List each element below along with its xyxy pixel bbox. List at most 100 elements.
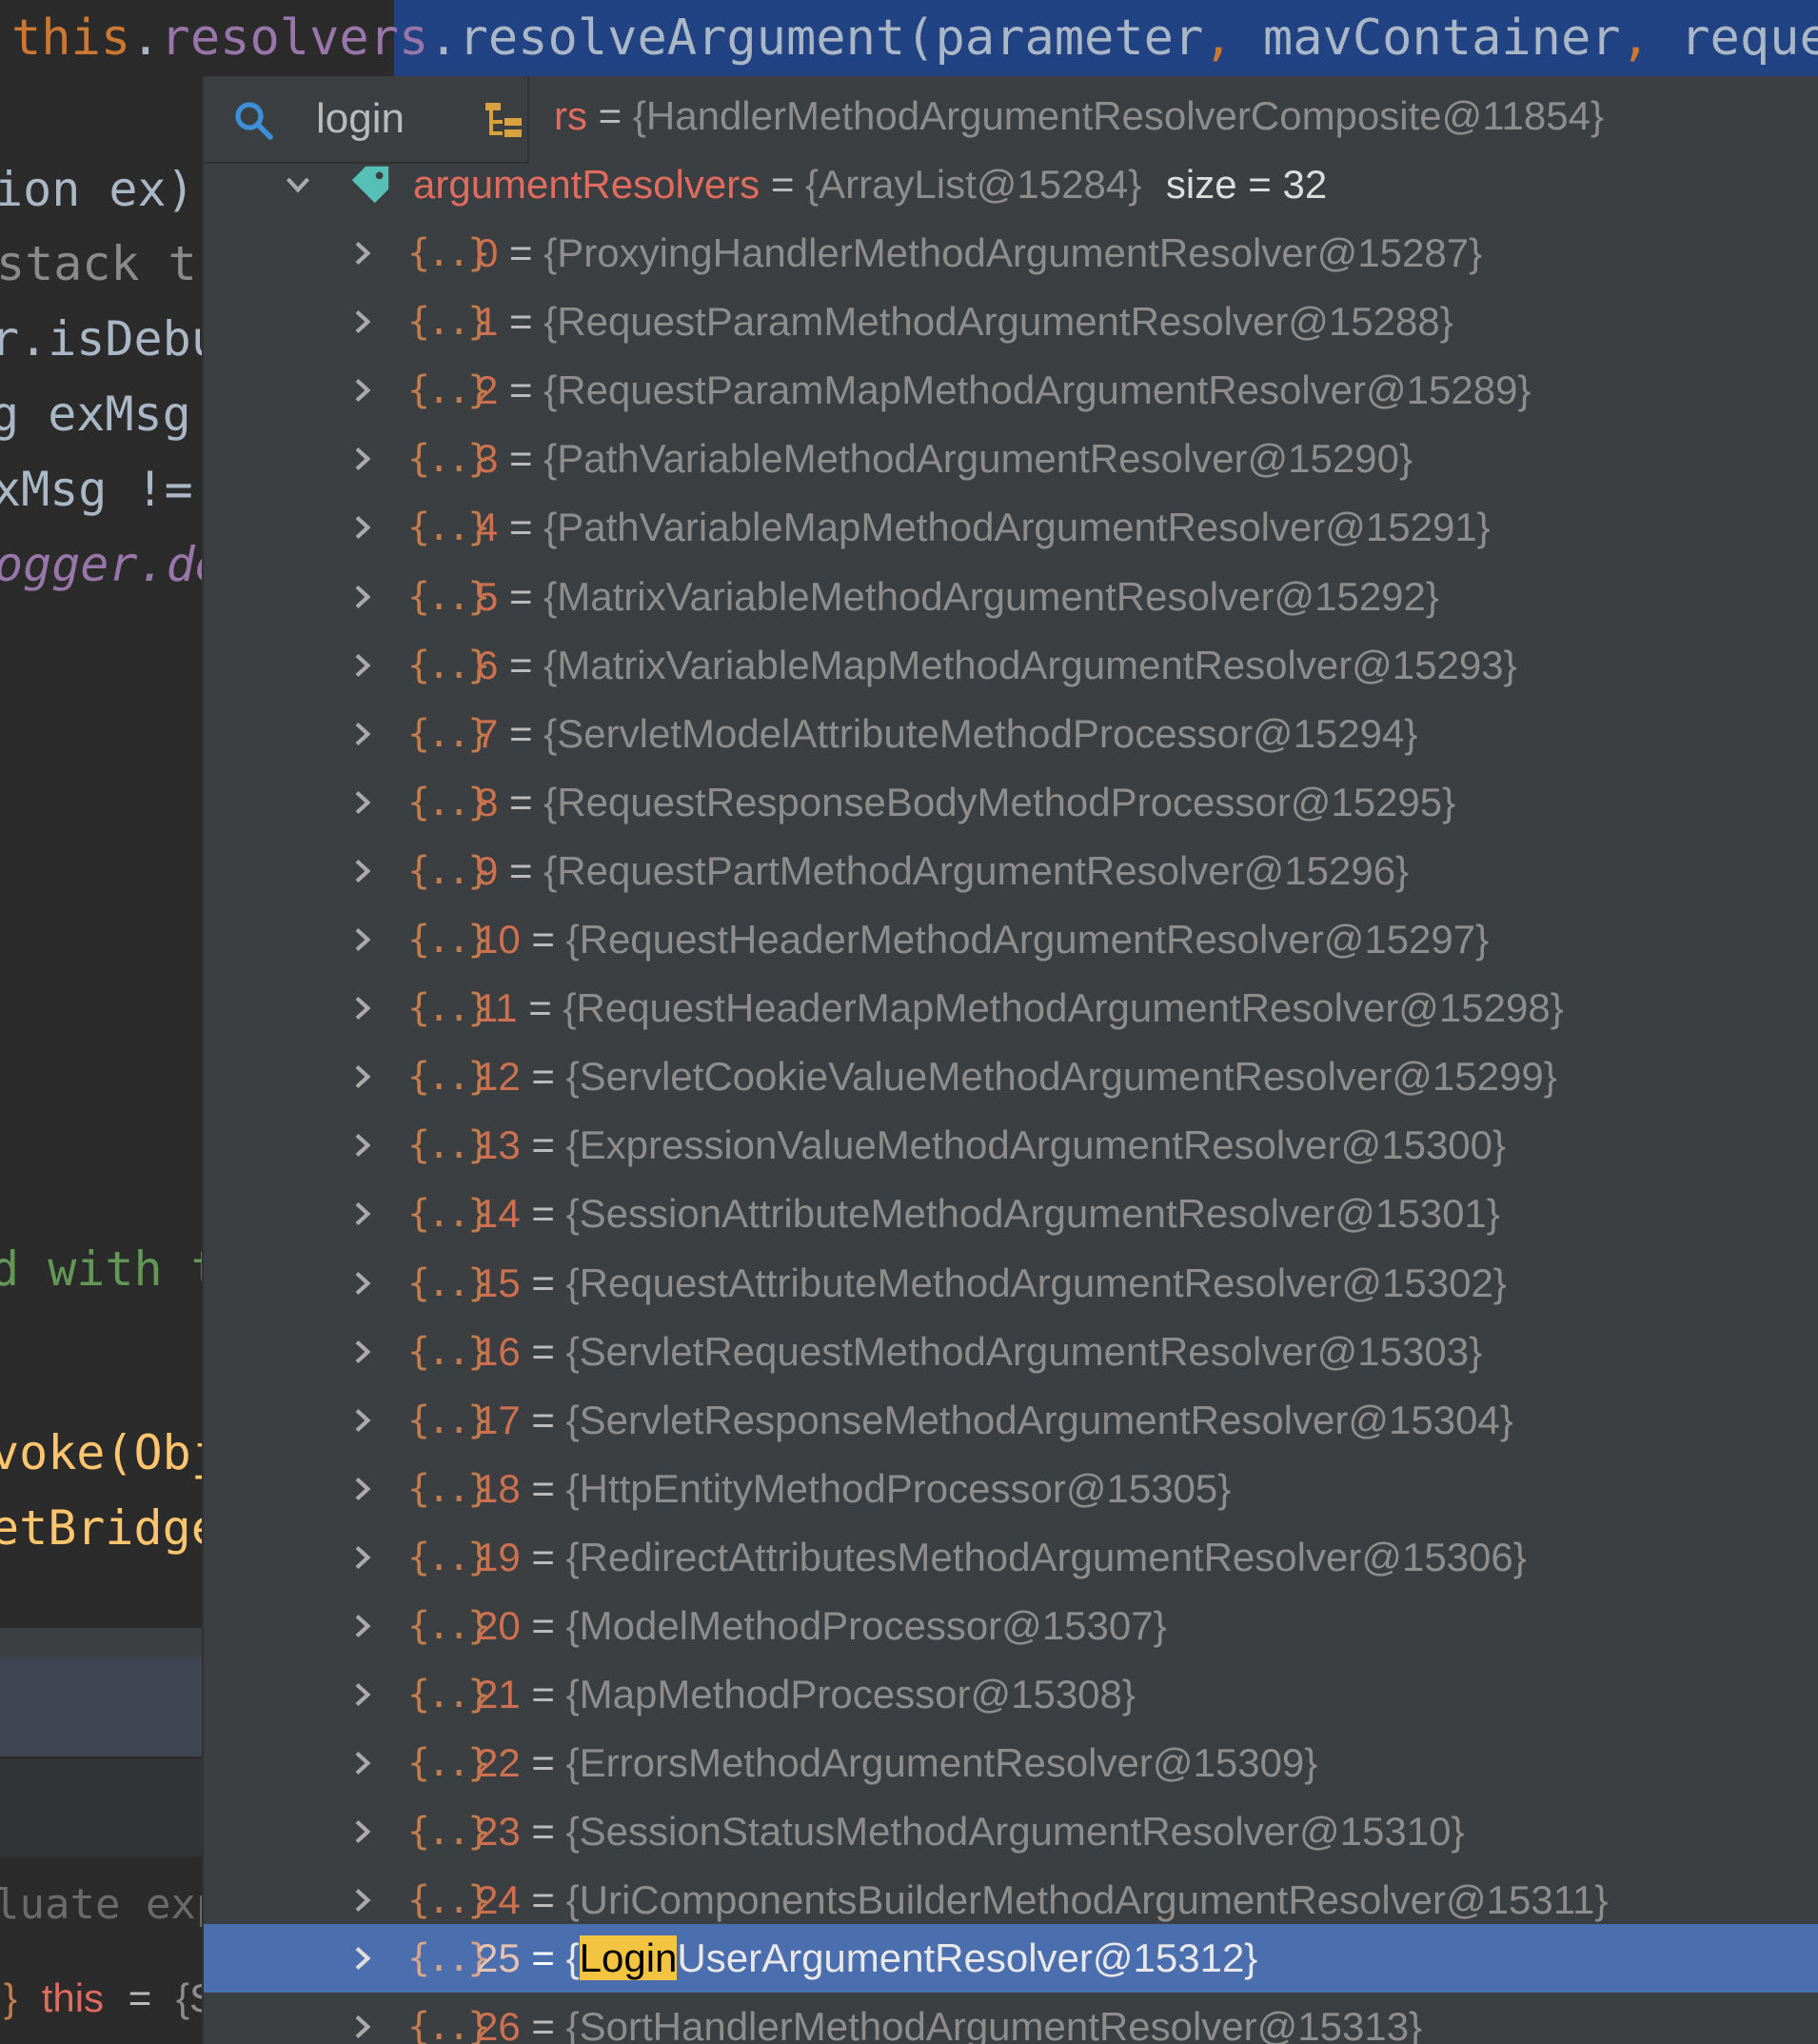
variables-search-box[interactable]: login bbox=[204, 76, 529, 164]
item-value: {RequestPartMethodArgumentResolver@15296… bbox=[543, 848, 1410, 893]
variable-eq: = bbox=[598, 93, 622, 138]
item-index: 12 bbox=[476, 1054, 521, 1099]
chevron-right-icon[interactable] bbox=[348, 1406, 377, 1435]
item-eq: = bbox=[531, 917, 555, 962]
variable-row-2[interactable]: {..} 2 = {RequestParamMapMethodArgumentRe… bbox=[204, 356, 1818, 425]
panel-splitter[interactable] bbox=[0, 1628, 202, 1657]
variable-row-15[interactable]: {..} 15 = {RequestAttributeMethodArgument… bbox=[204, 1249, 1818, 1318]
item-value: {PathVariableMapMethodArgumentResolver@1… bbox=[543, 505, 1491, 549]
chevron-right-icon[interactable] bbox=[348, 1944, 377, 1973]
variable-size: size = 32 bbox=[1165, 162, 1328, 207]
code-editor[interactable]: ion ex) stack tr r.isDebu g exMsg xMsg !… bbox=[0, 0, 202, 2044]
variable-row-16[interactable]: {..} 16 = {ServletRequestMethodArgumentRe… bbox=[204, 1318, 1818, 1386]
chevron-right-icon[interactable] bbox=[348, 1062, 377, 1091]
item-eq: = bbox=[531, 1535, 555, 1579]
variable-row-18[interactable]: {..} 18 = {HttpEntityMethodProcessor@1530… bbox=[204, 1455, 1818, 1523]
chevron-right-icon[interactable] bbox=[348, 720, 377, 748]
item-value: {SortHandlerMethodArgumentResolver@15313… bbox=[565, 2004, 1423, 2044]
chevron-right-icon[interactable] bbox=[348, 994, 377, 1022]
code-comma: , bbox=[1203, 10, 1234, 67]
item-value: {PathVariableMethodArgumentResolver@1529… bbox=[543, 436, 1413, 481]
debug-frame-row[interactable] bbox=[0, 1756, 202, 1858]
variable-row-7[interactable]: {..} 7 = {ServletModelAttributeMethodProc… bbox=[204, 700, 1818, 768]
chevron-right-icon[interactable] bbox=[348, 857, 377, 885]
variable-row-9[interactable]: {..} 9 = {RequestPartMethodArgumentResolv… bbox=[204, 837, 1818, 905]
chevron-right-icon[interactable] bbox=[348, 925, 377, 954]
chevron-right-icon[interactable] bbox=[348, 1200, 377, 1228]
variable-row-6[interactable]: {..} 6 = {MatrixVariableMapMethodArgument… bbox=[204, 631, 1818, 700]
variable-row-11[interactable]: {..} 11 = {RequestHeaderMapMethodArgument… bbox=[204, 974, 1818, 1042]
item-value: {SessionStatusMethodArgumentResolver@153… bbox=[565, 1809, 1465, 1854]
chevron-right-icon[interactable] bbox=[348, 1475, 377, 1503]
item-value: {ServletRequestMethodArgumentResolver@15… bbox=[565, 1329, 1483, 1374]
variable-row-8[interactable]: {..} 8 = {RequestResponseBodyMethodProces… bbox=[204, 768, 1818, 837]
chevron-down-icon[interactable] bbox=[284, 170, 312, 199]
evaluate-placeholder: luate exp bbox=[0, 1880, 202, 1929]
item-eq: = bbox=[509, 848, 533, 893]
chevron-right-icon[interactable] bbox=[348, 1543, 377, 1572]
variable-row-0[interactable]: {..} 0 = {ProxyingHandlerMethodArgumentRe… bbox=[204, 219, 1818, 288]
chevron-right-icon[interactable] bbox=[348, 308, 377, 336]
variable-row-25[interactable]: {..} 25 = {LoginUserArgumentResolver@153… bbox=[204, 1924, 1818, 1993]
variable-row-14[interactable]: {..} 14 = {SessionAttributeMethodArgument… bbox=[204, 1180, 1818, 1248]
variable-row-22[interactable]: {..} 22 = {ErrorsMethodArgumentResolver@1… bbox=[204, 1729, 1818, 1797]
variable-name: this bbox=[41, 1975, 105, 2020]
chevron-right-icon[interactable] bbox=[348, 445, 377, 473]
variable-row-19[interactable]: {..} 19 = {RedirectAttributesMethodArgume… bbox=[204, 1523, 1818, 1592]
search-input[interactable]: login bbox=[316, 76, 405, 162]
variable-row-21[interactable]: {..} 21 = {MapMethodProcessor@15308} bbox=[204, 1660, 1818, 1729]
chevron-right-icon[interactable] bbox=[348, 1269, 377, 1298]
code-line: stack tr bbox=[0, 236, 202, 291]
variable-row-1[interactable]: {..} 1 = {RequestParamMethodArgumentResol… bbox=[204, 288, 1818, 356]
item-index: 20 bbox=[476, 1603, 521, 1648]
variable-row-23[interactable]: {..} 23 = {SessionStatusMethodArgumentRes… bbox=[204, 1797, 1818, 1866]
item-value: {RequestResponseBodyMethodProcessor@1529… bbox=[543, 780, 1456, 824]
variable-row-20[interactable]: {..} 20 = {ModelMethodProcessor@15307} bbox=[204, 1592, 1818, 1660]
variable-row-4[interactable]: {..} 4 = {PathVariableMapMethodArgumentRe… bbox=[204, 493, 1818, 562]
item-value: {ServletCookieValueMethodArgumentResolve… bbox=[565, 1054, 1557, 1099]
item-eq: = bbox=[531, 2004, 555, 2044]
chevron-right-icon[interactable] bbox=[348, 788, 377, 817]
chevron-right-icon[interactable] bbox=[348, 1612, 377, 1640]
variable-row-10[interactable]: {..} 10 = {RequestHeaderMethodArgumentRes… bbox=[204, 905, 1818, 974]
hierarchy-icon[interactable] bbox=[482, 97, 527, 143]
chevron-right-icon[interactable] bbox=[348, 239, 377, 268]
chevron-right-icon[interactable] bbox=[348, 1680, 377, 1709]
item-value: {SessionAttributeMethodArgumentResolver@… bbox=[565, 1191, 1500, 1236]
item-eq: = bbox=[509, 299, 533, 344]
item-eq: = bbox=[531, 1054, 555, 1099]
variable-row-3[interactable]: {..} 3 = {PathVariableMethodArgumentResol… bbox=[204, 425, 1818, 493]
variable-row-17[interactable]: {..} 17 = {ServletResponseMethodArgumentR… bbox=[204, 1386, 1818, 1455]
item-value: {MapMethodProcessor@15308} bbox=[565, 1672, 1136, 1717]
item-index: 22 bbox=[476, 1740, 521, 1785]
chevron-right-icon[interactable] bbox=[348, 513, 377, 542]
variable-row-this[interactable]: } this = {S bbox=[0, 1952, 202, 2044]
chevron-right-icon[interactable] bbox=[348, 376, 377, 405]
chevron-right-icon[interactable] bbox=[348, 583, 377, 611]
item-index: 7 bbox=[476, 711, 499, 756]
item-index: 26 bbox=[476, 2004, 521, 2044]
variable-row-5[interactable]: {..} 5 = {MatrixVariableMethodArgumentRes… bbox=[204, 563, 1818, 631]
item-eq: = bbox=[509, 505, 533, 549]
item-value: {RequestHeaderMethodArgumentResolver@152… bbox=[565, 917, 1490, 962]
code-dot: . bbox=[130, 10, 161, 67]
chevron-right-icon[interactable] bbox=[348, 1131, 377, 1160]
chevron-right-icon[interactable] bbox=[348, 651, 377, 680]
item-eq: = bbox=[531, 1935, 555, 1980]
item-brace: { bbox=[565, 1935, 580, 1980]
variables-popup[interactable]: login rs = {HandlerMethodArgumentResolve… bbox=[202, 76, 1818, 2044]
item-index: 2 bbox=[476, 367, 499, 412]
item-index: 17 bbox=[476, 1398, 521, 1442]
item-value: {ExpressionValueMethodArgumentResolver@1… bbox=[565, 1122, 1507, 1167]
chevron-right-icon[interactable] bbox=[348, 1817, 377, 1846]
variable-eq: = bbox=[770, 162, 795, 207]
debug-frame-row[interactable] bbox=[0, 1657, 202, 1756]
variable-row-13[interactable]: {..} 13 = {ExpressionValueMethodArgumentR… bbox=[204, 1111, 1818, 1180]
variable-row-26[interactable]: {..} 26 = {SortHandlerMethodArgumentReso… bbox=[204, 1993, 1818, 2044]
chevron-right-icon[interactable] bbox=[348, 1338, 377, 1366]
chevron-right-icon[interactable] bbox=[348, 1749, 377, 1777]
evaluate-expression-field[interactable]: luate exp bbox=[0, 1856, 202, 1952]
chevron-right-icon[interactable] bbox=[348, 1886, 377, 1915]
variable-row-12[interactable]: {..} 12 = {ServletCookieValueMethodArgume… bbox=[204, 1042, 1818, 1111]
chevron-right-icon[interactable] bbox=[348, 2013, 377, 2041]
